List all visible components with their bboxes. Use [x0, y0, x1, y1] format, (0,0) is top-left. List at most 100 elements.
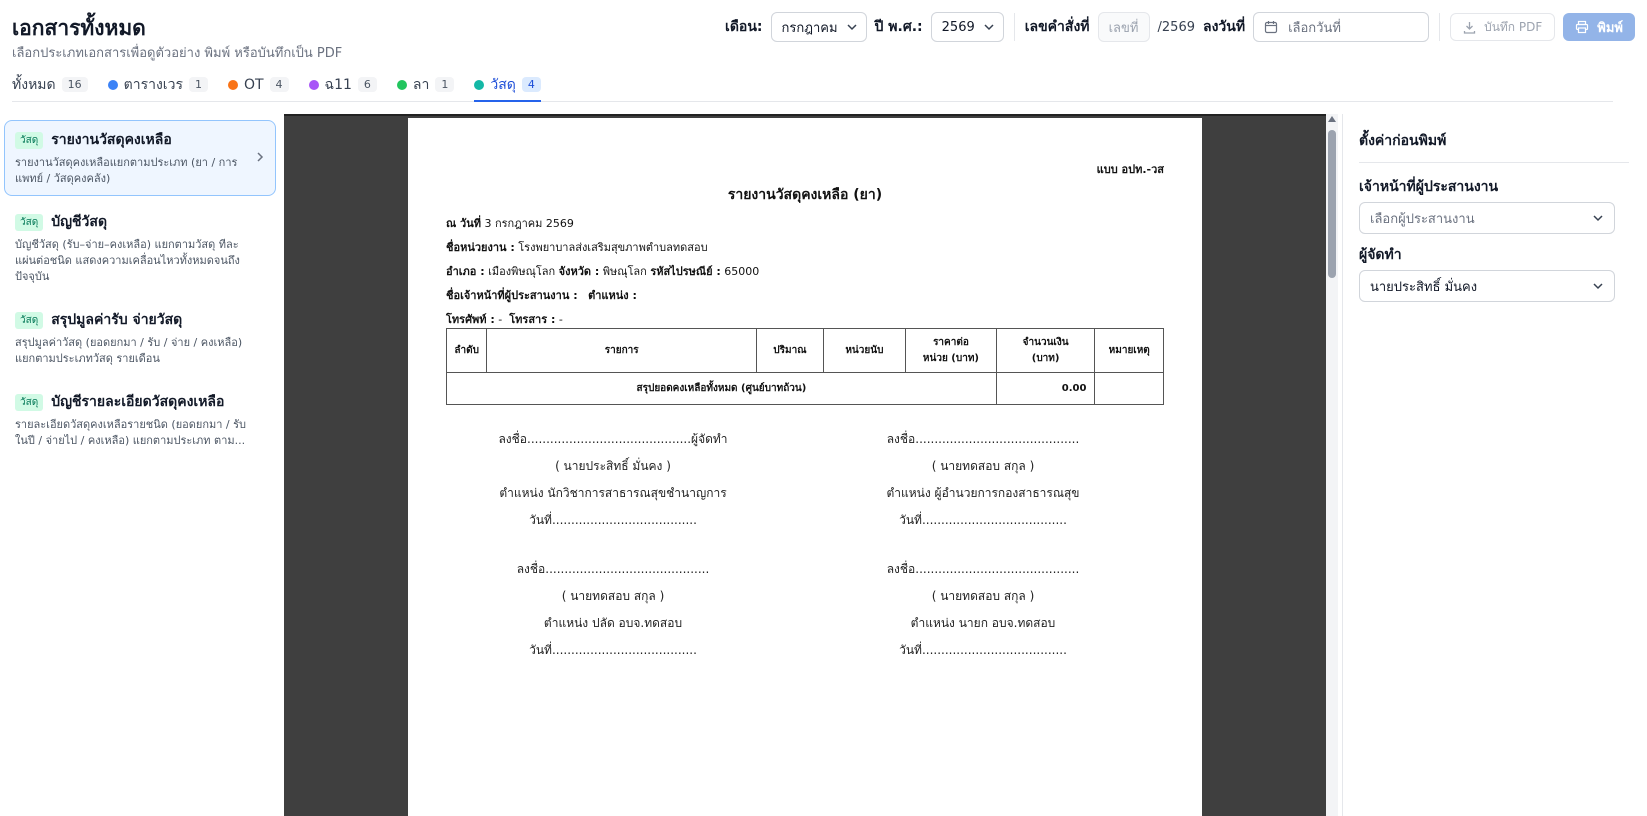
chevron-down-icon [984, 24, 994, 31]
order-date-label: ลงวันที่ [1203, 19, 1246, 35]
page-title: เอกสารทั้งหมด [12, 16, 146, 40]
page-header: เอกสารทั้งหมด เลือกประเภทเอกสารเพื่อดูตั… [0, 0, 1647, 64]
report-title: รายงานวัสดุคงเหลือ (ยา) [727, 187, 883, 203]
tab-count-badge: 16 [61, 77, 88, 92]
signature-block-deputy: ลงชื่อ..................................… [448, 556, 778, 664]
tab-label: ตารางเวร [123, 76, 183, 93]
document-tag: วัสดุ [15, 131, 44, 149]
tab-supplies[interactable]: วัสดุ 4 [474, 68, 541, 102]
report-table: ลำดับ รายการ ปริมาณ หน่วยนับ ราคาต่อ หน่… [445, 328, 1164, 405]
tab-leave[interactable]: ลา 1 [396, 68, 455, 101]
document-item-remaining-report[interactable]: วัสดุ รายงานวัสดุคงเหลือ รายงานวัสดุคงเห… [4, 120, 276, 196]
page-subtitle: เลือกประเภทเอกสารเพื่อดูตัวอย่าง พิมพ์ ห… [12, 46, 343, 61]
tab-ot[interactable]: OT 4 [227, 68, 289, 101]
signature-date: วันที่..................................… [899, 643, 1067, 657]
column-header: รายการ [486, 328, 758, 373]
document-title: สรุปมูลค่ารับ จ่ายวัสดุ [51, 312, 183, 328]
signature-name: ( นายทดสอบ สกุล ) [931, 459, 1035, 473]
tab-label: ลา [412, 76, 430, 93]
calendar-icon [1264, 21, 1278, 34]
tab-count-badge: 6 [357, 77, 377, 92]
document-description: บัญชีวัสดุ (รับ–จ่าย–คงเหลือ) แยกตามวัสด… [15, 238, 240, 283]
signature-date: วันที่..................................… [529, 513, 697, 527]
document-item-supply-ledger[interactable]: วัสดุ บัญชีวัสดุ บัญชีวัสดุ (รับ–จ่าย–คง… [4, 202, 276, 294]
tab-label: วัสดุ [490, 76, 516, 93]
signature-name: ( นายประสิทธิ์ มั่นคง ) [555, 459, 671, 473]
document-item-value-summary[interactable]: วัสดุ สรุปมูลค่ารับ จ่ายวัสดุ สรุปมูลค่า… [4, 300, 276, 376]
tab-label: ฉ11 [324, 76, 352, 93]
report-contact-line: โทรศัพท์ : - โทรสาร : - [446, 310, 563, 328]
coordinator-placeholder: เลือกผู้ประสานงาน [1370, 211, 1475, 227]
phone-label: โทรศัพท์ : [446, 313, 495, 326]
phone-value: - [498, 313, 503, 326]
column-header: ปริมาณ [756, 328, 824, 373]
column-header: หน่วยนับ [822, 328, 907, 373]
tab-count-badge: 4 [521, 77, 541, 92]
form-code: แบบ อปท.-วส [1096, 163, 1164, 176]
chevron-right-icon [257, 152, 264, 162]
download-icon [1463, 21, 1476, 34]
postcode-value: 65000 [724, 265, 760, 278]
signature-line: ลงชื่อ..................................… [886, 562, 1080, 576]
document-tag: วัสดุ [15, 213, 44, 231]
document-tag: วัสดุ [15, 393, 44, 411]
report-address-line: อำเภอ : เมืองพิษณุโลก จังหวัด : พิษณุโลก… [446, 262, 759, 280]
save-pdf-button[interactable]: บันทึก PDF [1450, 13, 1556, 41]
printer-icon [1576, 20, 1589, 34]
document-tag: วัสดุ [15, 311, 44, 329]
year-value: 2569 [941, 19, 975, 35]
signature-date: วันที่..................................… [529, 643, 697, 657]
column-header: จำนวนเงิน (บาท) [995, 328, 1096, 373]
toolbar: เดือน: กรกฎาคม ปี พ.ศ.: 2569 เลขคำสั่งที… [725, 12, 1635, 42]
preparer-field-label: ผู้จัดทำ [1359, 247, 1402, 263]
tab-label: ทั้งหมด [12, 76, 56, 93]
postcode-label: รหัสไปรษณีย์ : [650, 265, 721, 278]
tab-schedule[interactable]: ตารางเวร 1 [107, 68, 208, 101]
document-list: วัสดุ รายงานวัสดุคงเหลือ รายงานวัสดุคงเห… [4, 120, 276, 464]
scroll-up-arrow-icon[interactable] [1328, 116, 1336, 122]
total-value: 0.00 [995, 372, 1096, 405]
column-header: ราคาต่อ หน่วย (บาท) [905, 328, 997, 373]
order-number-input[interactable]: เลขที่ [1097, 12, 1150, 42]
unit-label: ชื่อหน่วยงาน : [446, 241, 515, 254]
tab-color-dot [308, 79, 319, 90]
scroll-thumb[interactable] [1328, 130, 1336, 278]
order-date-placeholder: เลือกวันที่ [1288, 20, 1341, 36]
order-number-label: เลขคำสั่งที่ [1024, 19, 1090, 35]
signature-date: วันที่..................................… [899, 513, 1067, 527]
total-label: สรุปยอดคงเหลือทั้งหมด (ศูนย์บาทถ้วน) [446, 372, 997, 405]
preview-scrollbar[interactable] [1326, 114, 1338, 816]
year-select[interactable]: 2569 [930, 12, 1004, 42]
tab-label: OT [243, 76, 264, 93]
save-pdf-label: บันทึก PDF [1484, 19, 1543, 34]
signature-block-president: ลงชื่อ..................................… [818, 556, 1148, 664]
tab-color-dot [474, 79, 485, 90]
signature-position: ตำแหน่ง ปลัด อบจ.ทดสอบ [543, 616, 683, 630]
order-date-picker[interactable]: เลือกวันที่ [1253, 12, 1430, 42]
tab-all[interactable]: ทั้งหมด 16 [12, 68, 88, 101]
chevron-down-icon [1593, 283, 1603, 290]
document-title: บัญชีรายละเอียดวัสดุคงเหลือ [51, 394, 225, 410]
tab-form11[interactable]: ฉ11 6 [308, 68, 377, 101]
fax-label: โทรสาร : [509, 313, 556, 326]
preparer-select[interactable]: นายประสิทธิ์ มั่นคง [1359, 270, 1615, 302]
month-select[interactable]: กรกฎาคม [770, 12, 867, 42]
month-label: เดือน: [725, 19, 763, 35]
document-title: บัญชีวัสดุ [51, 214, 108, 230]
category-tabs: ทั้งหมด 16 ตารางเวร 1 OT 4 ฉ11 6 ลา 1 วั… [12, 68, 1613, 102]
signature-position: ตำแหน่ง นายก อบจ.ทดสอบ [910, 616, 1056, 630]
document-preview[interactable]: แบบ อปท.-วส รายงานวัสดุคงเหลือ (ยา) ณ วั… [284, 114, 1326, 816]
tab-color-dot [227, 79, 238, 90]
position-label: ตำแหน่ง : [588, 289, 637, 302]
tab-count-badge: 4 [269, 77, 289, 92]
toolbar-divider [1439, 13, 1441, 41]
print-button[interactable]: พิมพ์ [1563, 13, 1635, 41]
tab-color-dot [396, 79, 407, 90]
order-number-suffix: /2569 [1157, 19, 1195, 35]
column-header: หมายเหตุ [1094, 328, 1164, 373]
tab-count-badge: 1 [188, 77, 208, 92]
coordinator-select[interactable]: เลือกผู้ประสานงาน [1359, 202, 1615, 234]
document-item-remaining-detail[interactable]: วัสดุ บัญชีรายละเอียดวัสดุคงเหลือ รายละเ… [4, 382, 276, 458]
document-title: รายงานวัสดุคงเหลือ [51, 132, 172, 148]
date-label: ณ วันที่ [446, 217, 481, 230]
